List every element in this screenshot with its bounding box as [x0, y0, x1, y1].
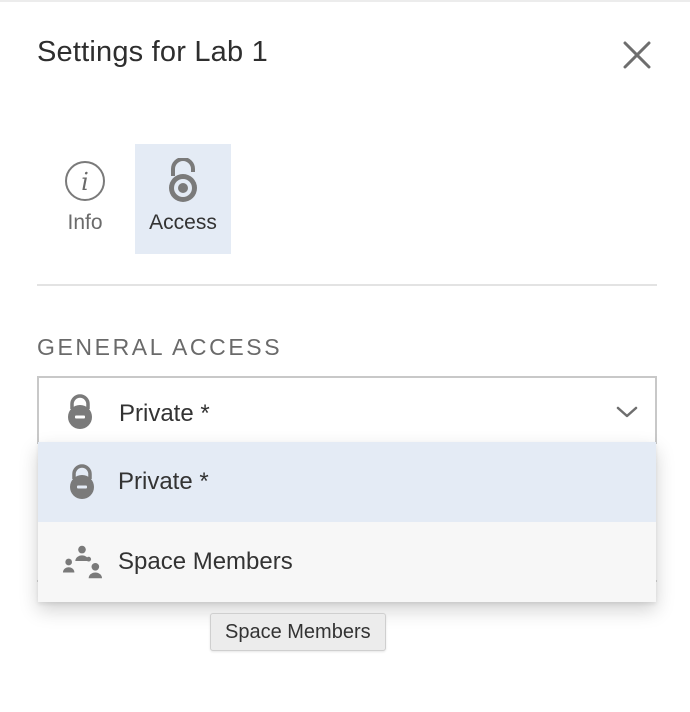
divider: [37, 284, 657, 286]
tab-access[interactable]: Access: [135, 144, 231, 254]
lock-open-icon: [169, 158, 197, 202]
chevron-down-icon: [616, 406, 638, 418]
general-access-heading: GENERAL ACCESS: [37, 334, 283, 360]
tab-info-label: Info: [67, 211, 103, 234]
people-icon: [62, 545, 102, 579]
close-icon: [623, 41, 651, 69]
svg-text:i: i: [81, 168, 89, 196]
dropdown-option-private[interactable]: Private *: [38, 442, 656, 522]
dropdown-option-space-members[interactable]: Space Members: [38, 522, 656, 602]
info-icon: i: [65, 161, 105, 201]
panel-title: Settings for Lab 1: [37, 36, 268, 68]
tab-access-label: Access: [149, 211, 217, 234]
access-dropdown-menu: Private * Space Members: [38, 442, 656, 602]
settings-panel: Settings for Lab 1 i Info Access GENERAL…: [0, 0, 690, 712]
dropdown-option-label: Space Members: [118, 548, 293, 575]
selected-access-value: Private *: [119, 400, 210, 427]
close-button[interactable]: [618, 36, 656, 74]
dropdown-option-label: Private *: [118, 468, 209, 495]
tooltip: Space Members: [210, 613, 386, 651]
lock-icon: [68, 394, 92, 429]
tab-info[interactable]: i Info: [57, 144, 113, 254]
general-access-select[interactable]: Private *: [37, 376, 657, 444]
lock-icon: [70, 464, 94, 499]
